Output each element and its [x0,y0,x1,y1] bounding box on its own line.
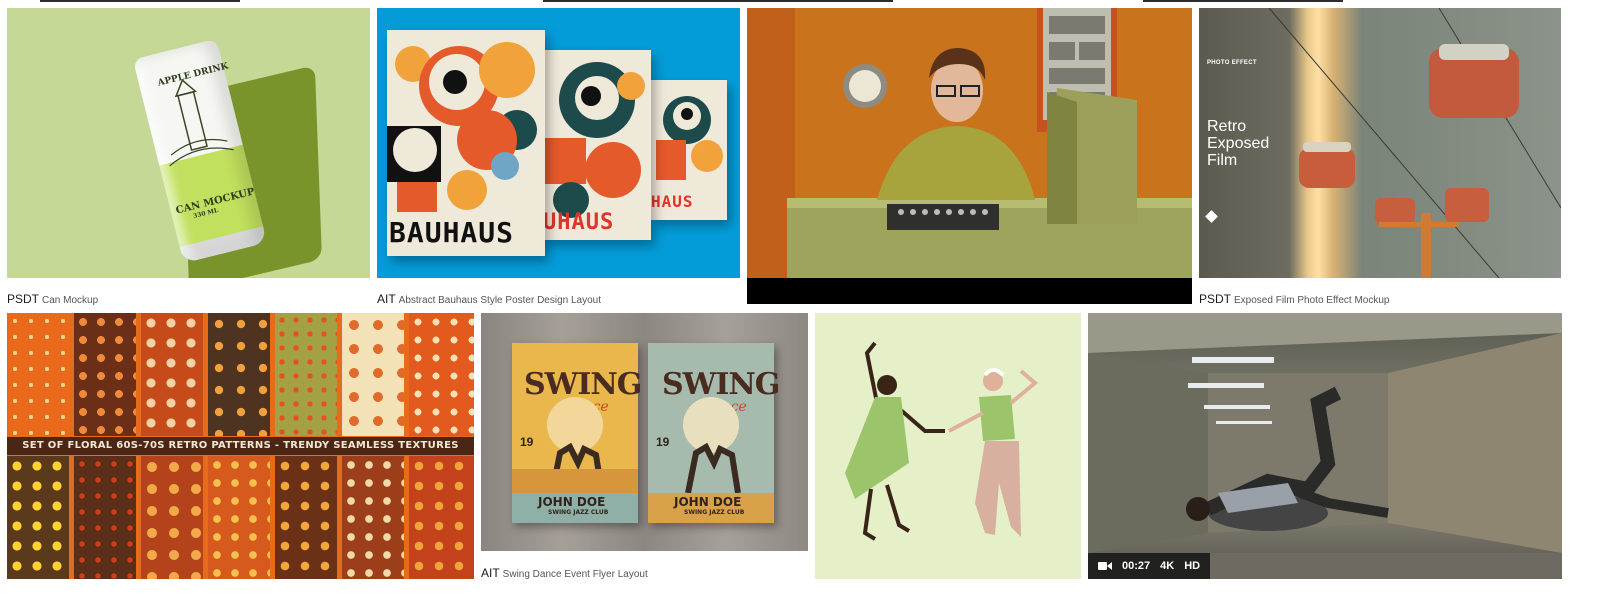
poster-back: HAUS [651,80,727,220]
caption-swing-flyer[interactable]: AIT Swing Dance Event Flyer Layout [481,564,648,582]
pattern-swatch [409,456,474,579]
video-quality: HD [1184,560,1201,572]
poster-word-small: HAUS [651,192,694,211]
asset-type: PSDT [7,292,40,306]
patterns-banner: SET OF FLORAL 60S-70S RETRO PATTERNS - T… [7,437,474,455]
flyer-name: JOHN DOE [538,495,606,509]
caption-exposed-film[interactable]: PSDT Exposed Film Photo Effect Mockup [1199,290,1389,308]
asset-tile-can-mockup[interactable]: APPLE DRINK CAN MOCKUP 330 ML [7,8,370,278]
asset-type: AIT [481,566,500,580]
pattern-swatch [74,456,136,579]
asset-tile-retro-office-photo[interactable] [747,8,1192,304]
pattern-swatch [342,313,404,436]
pattern-swatch [409,313,474,436]
caption-can-mockup[interactable]: PSDT Can Mockup [7,290,98,308]
prev-row-edge [1143,0,1343,2]
poster-front: BAUHAUS [387,30,545,256]
pattern-swatch [208,456,270,579]
pattern-swatch [74,313,136,436]
film-title-line1: Retro [1207,118,1247,135]
asset-type: AIT [377,292,396,306]
flyer-yellow: SWING Dance 19 JOHN DOE SWING JAZZ CLUB [512,343,642,523]
flyer-name: JOHN DOE [674,495,742,509]
pattern-swatch [275,456,337,579]
pattern-swatch [141,456,203,579]
retro-office-image [747,8,1192,304]
asset-tile-swing-flyer[interactable]: SWING Dance 19 JOHN DOE SWING JAZZ CLUB … [481,313,808,551]
asset-title: Exposed Film Photo Effect Mockup [1234,295,1390,306]
pattern-swatch [7,313,69,436]
film-title-line2: Exposed [1207,135,1270,152]
pattern-swatch [275,313,337,436]
video-resolution: 4K [1160,560,1175,572]
asset-title: Swing Dance Event Flyer Layout [502,569,648,580]
film-tag: PHOTO EFFECT [1207,60,1257,66]
video-camera-icon [1098,562,1112,570]
dancing-couple-illustration [845,341,1039,541]
video-duration: 00:27 [1122,560,1151,572]
poster-word: BAUHAUS [389,216,515,249]
poster-middle: UHAUS [541,50,651,240]
pattern-swatch [342,456,404,579]
pattern-swatch [141,313,203,436]
flyer-green: SWING Dance 19 JOHN DOE SWING JAZZ CLUB [648,343,780,523]
flyer-club: SWING JAZZ CLUB [548,509,609,516]
asset-title: Can Mockup [42,295,99,306]
asset-type: PSDT [1199,292,1232,306]
asset-tile-video-breakdance[interactable]: 00:27 4K HD [1088,313,1562,579]
asset-tile-exposed-film[interactable]: PHOTO EFFECT Retro Exposed Film [1199,8,1561,278]
asset-tile-floral-patterns[interactable]: SET OF FLORAL 60S-70S RETRO PATTERNS - T… [7,313,474,579]
video-info-badge: 00:27 4K HD [1088,553,1211,579]
asset-tile-dancers-illustration[interactable] [815,313,1081,579]
asset-tile-bauhaus-poster[interactable]: HAUS UHAUS BAUHAUS [377,8,740,278]
pattern-swatch [208,313,270,436]
film-title-line3: Film [1207,152,1238,169]
prev-row-edge [543,0,893,2]
poster-word-partial: UHAUS [543,210,615,235]
tunnel-video-frame [1088,313,1562,579]
prev-row-edge [40,0,240,2]
pattern-swatch [7,456,69,579]
caption-bauhaus-poster[interactable]: AIT Abstract Bauhaus Style Poster Design … [377,290,601,308]
flyer-club: SWING JAZZ CLUB [684,509,745,516]
asset-title: Abstract Bauhaus Style Poster Design Lay… [398,295,602,306]
